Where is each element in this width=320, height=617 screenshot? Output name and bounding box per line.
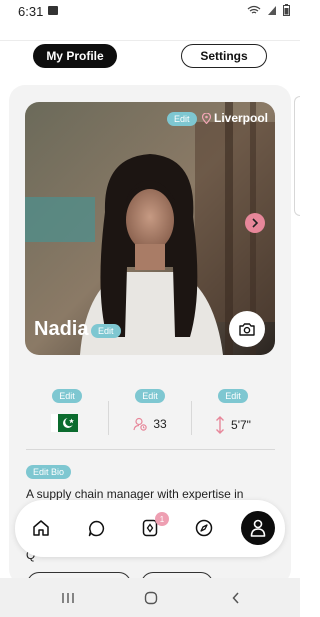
status-time: 6:31 (18, 4, 44, 19)
nationality-value (32, 414, 102, 432)
side-drawer-handle[interactable] (294, 96, 300, 216)
back-icon (232, 592, 239, 604)
nav-home[interactable] (29, 516, 53, 540)
home-button[interactable] (141, 588, 161, 608)
signal-icon (268, 5, 276, 15)
nav-explore[interactable] (192, 516, 216, 540)
location-pin-icon (202, 112, 211, 124)
profile-tabs: My Profile Settings (0, 44, 300, 70)
age-edit-chip[interactable]: Edit (135, 389, 165, 403)
name-edit-chip[interactable]: Edit (91, 324, 121, 338)
chevron-right-icon (252, 218, 259, 228)
edit-bio-chip[interactable]: Edit Bio (26, 465, 72, 479)
location-text: Liverpool (214, 111, 269, 125)
height-value: 5'7" (198, 416, 268, 434)
status-icons (247, 4, 290, 16)
bottom-nav (15, 500, 285, 557)
back-button[interactable] (226, 588, 246, 608)
header-divider (0, 40, 300, 41)
battery-icon (283, 4, 290, 16)
age-icon (133, 417, 148, 431)
location-edit-chip[interactable]: Edit (167, 112, 197, 126)
gallery-notification-icon (48, 6, 58, 15)
camera-button[interactable] (229, 311, 265, 347)
tab-settings[interactable]: Settings (181, 44, 267, 68)
profile-name: Nadia (34, 318, 89, 340)
height-icon (216, 416, 225, 434)
section-divider (26, 449, 275, 450)
pakistan-flag-icon (50, 414, 78, 432)
height-edit-chip[interactable]: Edit (218, 389, 248, 403)
nav-profile[interactable] (241, 511, 275, 545)
stat-nationality: Edit (32, 386, 102, 432)
recent-apps-icon (62, 593, 74, 603)
location-label: Liverpool (202, 111, 268, 125)
nationality-edit-chip[interactable]: Edit (52, 389, 82, 403)
home-circle-icon (144, 591, 158, 605)
home-icon (33, 520, 49, 536)
stat-divider (191, 401, 192, 435)
next-photo-button[interactable] (245, 213, 265, 233)
age-text: 33 (153, 417, 167, 431)
stat-age: Edit 33 (115, 386, 185, 431)
notification-badge: 1 (155, 512, 169, 526)
compass-icon (195, 519, 213, 537)
recent-apps-button[interactable] (58, 588, 78, 608)
height-text: 5'7" (231, 418, 251, 432)
camera-icon (239, 323, 255, 336)
nav-chat[interactable] (84, 516, 108, 540)
age-value: 33 (115, 417, 185, 431)
system-navigation-bar (0, 578, 300, 617)
stat-divider (108, 401, 109, 435)
stat-height: Edit 5'7" (198, 386, 268, 434)
wifi-icon (247, 5, 261, 14)
chat-icon (88, 520, 104, 536)
profile-icon (250, 519, 266, 537)
status-bar: 6:31 (0, 0, 300, 24)
tab-my-profile[interactable]: My Profile (33, 44, 117, 68)
